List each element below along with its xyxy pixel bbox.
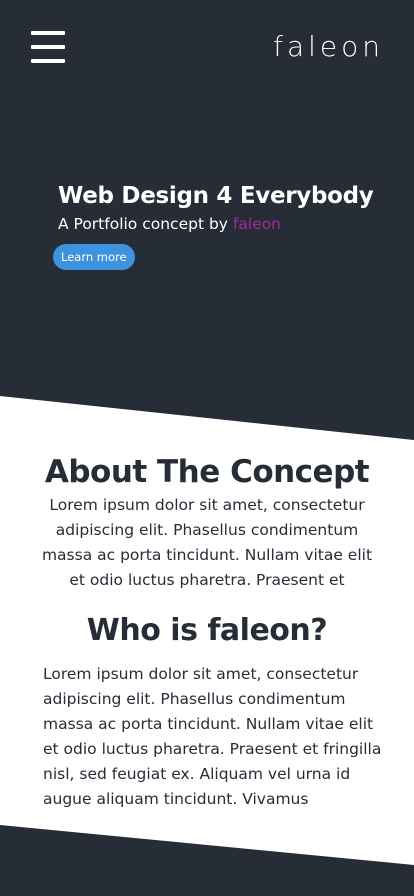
hero-title: Web Design 4 Everybody <box>58 183 374 209</box>
footer-band <box>0 825 414 896</box>
hamburger-menu-icon[interactable] <box>31 31 65 63</box>
who-title: Who is faleon? <box>86 613 328 648</box>
hero-subtitle-brand: faleon <box>232 215 281 233</box>
menu-bar <box>31 59 65 63</box>
about-title: About The Concept <box>44 454 370 490</box>
hero-subtitle-text: A Portfolio concept by <box>58 215 233 233</box>
about-text: Lorem ipsum dolor sit amet, consectetur … <box>41 496 373 589</box>
hero-section: faleon Web Design 4 Everybody A Portfoli… <box>0 0 414 440</box>
brand-logo[interactable]: faleon <box>273 28 384 66</box>
menu-bar <box>31 31 65 35</box>
page: faleon Web Design 4 Everybody A Portfoli… <box>0 0 414 896</box>
hero-subtitle: A Portfolio concept by faleon <box>58 212 281 236</box>
menu-bar <box>31 45 65 49</box>
who-text: Lorem ipsum dolor sit amet, consectetur … <box>43 665 382 808</box>
learn-more-button[interactable]: Learn more <box>53 244 135 270</box>
